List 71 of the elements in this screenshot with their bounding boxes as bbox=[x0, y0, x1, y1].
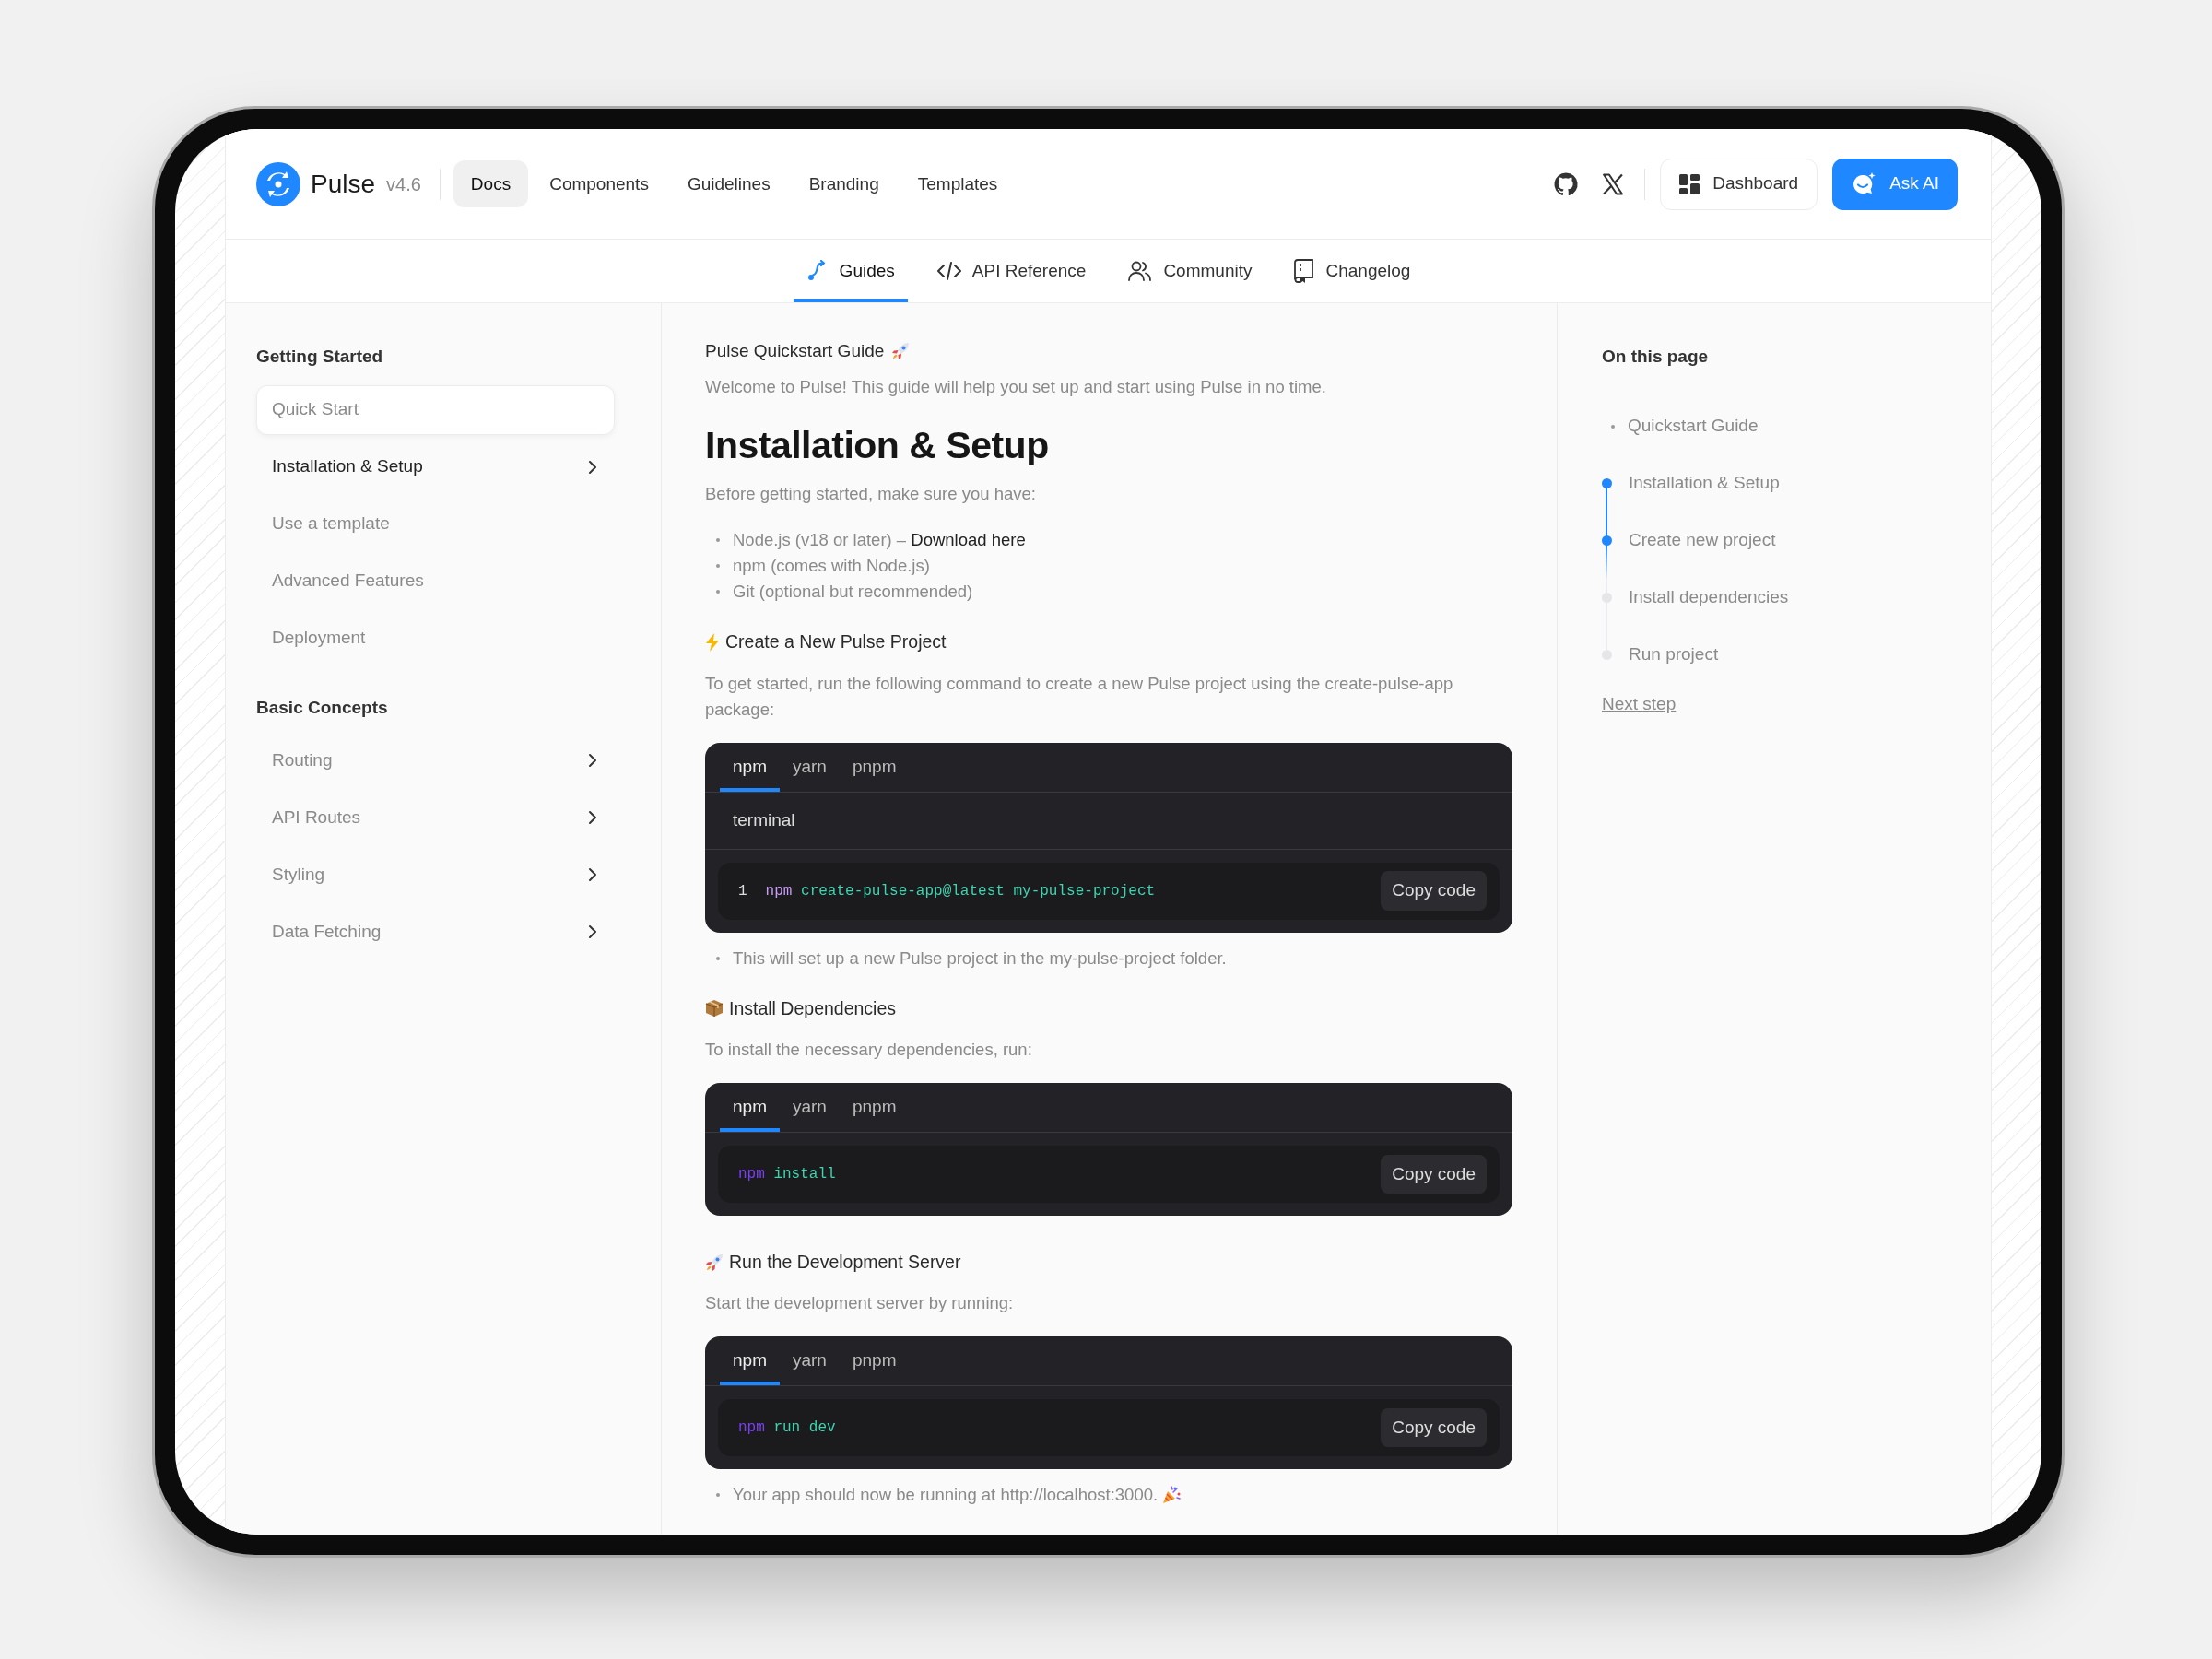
bullet-dot bbox=[716, 1493, 720, 1498]
sidebar-heading: Basic Concepts bbox=[256, 696, 389, 719]
chevron-right-icon bbox=[586, 924, 599, 939]
filename-label: terminal bbox=[733, 808, 795, 831]
section-heading: Run the Development Server bbox=[729, 1250, 961, 1274]
section-heading: Create a New Pulse Project bbox=[725, 630, 947, 654]
page-heading: Installation & Setup bbox=[705, 423, 1050, 469]
section-tab[interactable]: Guides bbox=[793, 240, 908, 302]
package-manager-tab[interactable]: pnpm bbox=[839, 1082, 910, 1132]
version-label: v4.6 bbox=[386, 172, 421, 196]
code-line: npm install bbox=[738, 1164, 837, 1184]
nav-link[interactable]: Components bbox=[532, 160, 666, 207]
bullet-dot bbox=[716, 564, 720, 569]
package-manager-tab[interactable]: npm bbox=[720, 1082, 780, 1132]
nav-link[interactable]: Branding bbox=[791, 160, 897, 207]
copy-code-button[interactable]: Copy code bbox=[1381, 871, 1487, 911]
list-item-text: Git (optional but recommended) bbox=[733, 581, 973, 604]
package-manager-tab[interactable]: yarn bbox=[779, 1082, 840, 1132]
nav-link[interactable]: Docs bbox=[453, 160, 529, 207]
code-line: npm run dev bbox=[738, 1418, 837, 1439]
paragraph: To get started, run the following command to create a new Pulse project using the create-pulse-app package: bbox=[705, 672, 1454, 721]
lightning-icon bbox=[705, 633, 720, 653]
list-item-text: Node.js (v18 or later) – Download here bbox=[733, 529, 1026, 552]
package-manager-tab[interactable]: yarn bbox=[779, 1336, 840, 1386]
paragraph: To install the necessary dependencies, run: bbox=[705, 1038, 1033, 1061]
rocket-icon bbox=[705, 1253, 724, 1272]
section-tab[interactable]: Changelog bbox=[1281, 240, 1424, 302]
users-icon bbox=[1128, 260, 1153, 282]
intro-text: Welcome to Pulse! This guide will help you set up and start using Pulse in no time. bbox=[705, 375, 1327, 398]
bullet-dot bbox=[716, 590, 720, 594]
section-heading: Install Dependencies bbox=[729, 996, 897, 1020]
package-manager-tab[interactable]: pnpm bbox=[839, 742, 910, 792]
chevron-right-icon bbox=[586, 810, 599, 825]
logo-icon bbox=[256, 161, 300, 206]
ask-ai-button[interactable]: Ask AI bbox=[1832, 158, 1958, 210]
list-item-text: This will set up a new Pulse project in the my-pulse-project folder. bbox=[733, 947, 1227, 970]
dashboard-grid-icon bbox=[1679, 173, 1700, 194]
download-link[interactable]: Download here bbox=[911, 530, 1026, 550]
package-icon bbox=[705, 999, 724, 1018]
toc-heading: On this page bbox=[1602, 346, 1710, 368]
package-manager-tab[interactable]: pnpm bbox=[839, 1336, 910, 1386]
list-item-text: npm (comes with Node.js) bbox=[733, 555, 930, 578]
copy-code-button[interactable]: Copy code bbox=[1381, 1154, 1487, 1194]
chevron-right-icon bbox=[586, 867, 599, 882]
sidebar-item[interactable]: Installation & Setup bbox=[256, 441, 615, 492]
chevron-right-icon bbox=[586, 753, 599, 768]
chevron-right-icon bbox=[586, 459, 599, 475]
list-item-text: Your app should now be running at http://localhost:3000. bbox=[733, 1484, 1159, 1507]
package-manager-tab[interactable]: npm bbox=[720, 1336, 780, 1386]
code-icon bbox=[936, 260, 961, 282]
guide-title: Pulse Quickstart Guide bbox=[705, 340, 885, 362]
nav-link[interactable]: Guidelines bbox=[669, 160, 788, 207]
bullet-dot bbox=[716, 538, 720, 543]
section-tab[interactable]: Community bbox=[1115, 240, 1265, 302]
nav-link[interactable]: Templates bbox=[900, 160, 1016, 207]
sidebar-heading: Getting Started bbox=[256, 346, 384, 368]
paragraph: Before getting started, make sure you have: bbox=[705, 483, 1037, 506]
line-number: 1 bbox=[738, 881, 747, 901]
section-tab[interactable]: API Reference bbox=[924, 240, 1100, 302]
dashboard-button[interactable]: Dashboard bbox=[1660, 158, 1818, 210]
code-line: npm create-pulse-app@latest my-pulse-project bbox=[765, 881, 1157, 901]
paragraph: Start the development server by running: bbox=[705, 1292, 1015, 1315]
brand-name: Pulse bbox=[311, 168, 376, 200]
bullet-dot bbox=[716, 956, 720, 960]
bullet-dot bbox=[1611, 424, 1615, 429]
package-manager-tab[interactable]: npm bbox=[720, 742, 780, 792]
book-icon bbox=[1294, 259, 1315, 283]
sidebar-item[interactable]: Quick Start bbox=[256, 384, 615, 435]
package-manager-tab[interactable]: yarn bbox=[779, 742, 840, 792]
rocket-icon bbox=[891, 342, 911, 361]
copy-code-button[interactable]: Copy code bbox=[1381, 1407, 1487, 1448]
